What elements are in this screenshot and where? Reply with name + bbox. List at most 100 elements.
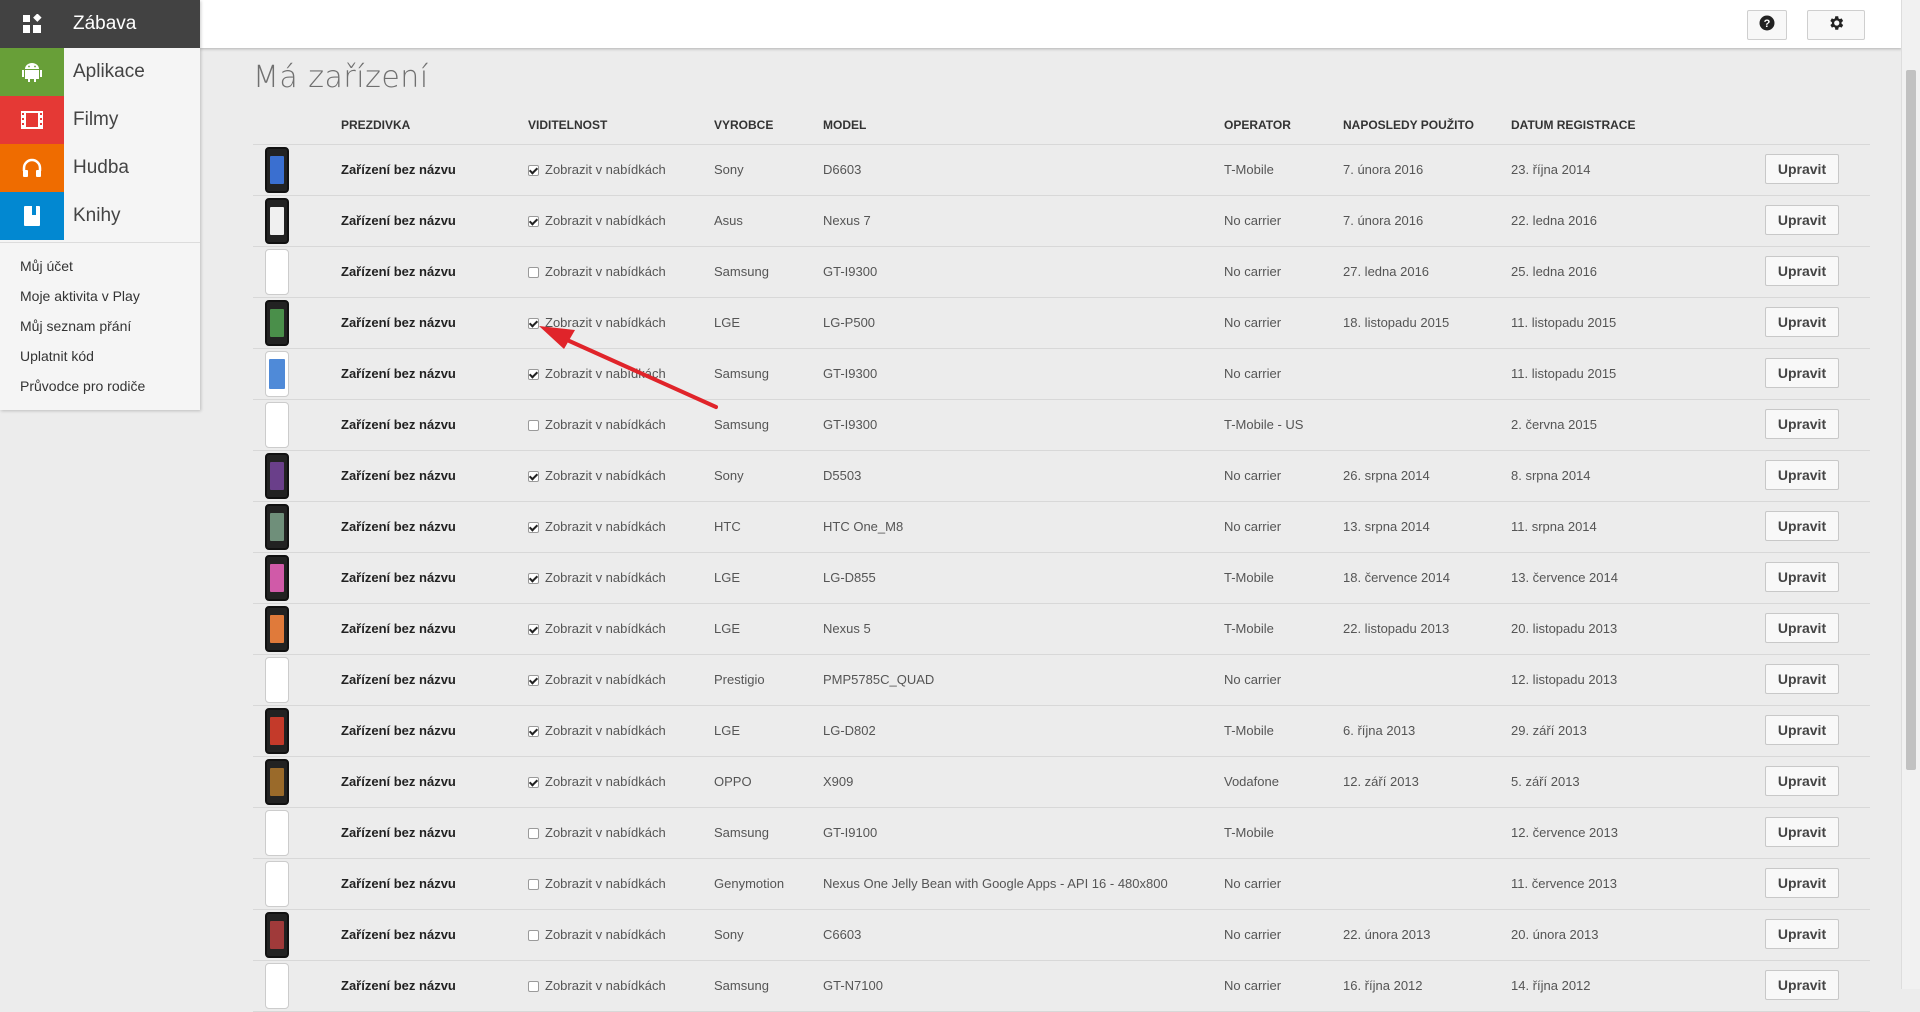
device-name: Zařízení bez názvu <box>341 417 456 432</box>
visibility-checkbox[interactable] <box>528 215 539 227</box>
visibility-toggle[interactable]: Zobrazit v nabídkách <box>528 757 666 807</box>
device-model: Nexus One Jelly Bean with Google Apps - … <box>823 876 1168 891</box>
visibility-label: Zobrazit v nabídkách <box>545 621 666 636</box>
help-button[interactable]: ? <box>1747 10 1787 40</box>
device-model: C6603 <box>823 927 862 942</box>
device-screen <box>270 156 284 184</box>
link-pruvodce-pro-rodice[interactable]: Průvodce pro rodiče <box>0 371 200 401</box>
visibility-checkbox[interactable] <box>528 164 539 176</box>
visibility-toggle[interactable]: Zobrazit v nabídkách <box>528 349 666 399</box>
device-last-used: 16. října 2012 <box>1343 978 1423 993</box>
device-operator: T-Mobile <box>1224 825 1274 840</box>
device-maker: LGE <box>714 570 741 585</box>
svg-text:?: ? <box>1764 18 1771 30</box>
device-operator: T-Mobile <box>1224 621 1274 636</box>
visibility-checkbox[interactable] <box>528 368 539 380</box>
nav-item-filmy[interactable]: Filmy <box>0 96 200 144</box>
table-row: Zařízení bez názvu Zobrazit v nabídkách So… <box>253 451 1870 502</box>
page-title: Má zařízení <box>253 60 429 95</box>
device-maker: OPPO <box>714 774 752 789</box>
device-registered: 11. listopadu 2015 <box>1511 315 1617 330</box>
device-image <box>265 861 289 907</box>
visibility-checkbox[interactable] <box>528 419 539 431</box>
table-row: Zařízení bez názvu Zobrazit v nabídkách OP… <box>253 757 1870 808</box>
visibility-checkbox[interactable] <box>528 776 539 788</box>
device-image <box>265 606 289 652</box>
visibility-toggle[interactable]: Zobrazit v nabídkách <box>528 706 666 756</box>
visibility-toggle[interactable]: Zobrazit v nabídkách <box>528 553 666 603</box>
device-operator: T-Mobile <box>1224 723 1274 738</box>
link-moje-aktivita[interactable]: Moje aktivita v Play <box>0 281 200 311</box>
edit-button[interactable]: Upravit <box>1765 154 1839 184</box>
headphones-icon <box>0 144 64 192</box>
visibility-checkbox[interactable] <box>528 470 539 482</box>
edit-button[interactable]: Upravit <box>1765 613 1839 643</box>
edit-button[interactable]: Upravit <box>1765 970 1839 1000</box>
visibility-toggle[interactable]: Zobrazit v nabídkách <box>528 298 666 348</box>
visibility-toggle[interactable]: Zobrazit v nabídkách <box>528 196 666 246</box>
device-registered: 22. ledna 2016 <box>1511 213 1598 228</box>
device-last-used: 13. srpna 2014 <box>1343 519 1430 534</box>
table-row: Zařízení bez názvu Zobrazit v nabídkách So… <box>253 910 1870 961</box>
visibility-checkbox[interactable] <box>528 674 539 686</box>
edit-button[interactable]: Upravit <box>1765 919 1839 949</box>
edit-button[interactable]: Upravit <box>1765 511 1839 541</box>
link-uplatnit-kod[interactable]: Uplatnit kód <box>0 341 200 371</box>
edit-button[interactable]: Upravit <box>1765 205 1839 235</box>
link-seznam-prani[interactable]: Můj seznam přání <box>0 311 200 341</box>
visibility-checkbox[interactable] <box>528 980 539 992</box>
scrollbar-thumb[interactable] <box>1906 70 1916 770</box>
link-muj-ucet[interactable]: Můj účet <box>0 251 200 281</box>
visibility-toggle[interactable]: Zobrazit v nabídkách <box>528 145 666 195</box>
nav-item-aplikace[interactable]: Aplikace <box>0 48 200 96</box>
table-row: Zařízení bez názvu Zobrazit v nabídkách Sa… <box>253 808 1870 859</box>
nav-item-zabava[interactable]: Zábava <box>0 0 200 48</box>
visibility-checkbox[interactable] <box>528 725 539 737</box>
nav-item-knihy[interactable]: Knihy <box>0 192 200 240</box>
edit-button[interactable]: Upravit <box>1765 256 1839 286</box>
visibility-checkbox[interactable] <box>528 572 539 584</box>
visibility-label: Zobrazit v nabídkách <box>545 519 666 534</box>
edit-button[interactable]: Upravit <box>1765 460 1839 490</box>
device-name: Zařízení bez názvu <box>341 723 456 738</box>
visibility-checkbox[interactable] <box>528 266 539 278</box>
edit-button[interactable]: Upravit <box>1765 715 1839 745</box>
table-row: Zařízení bez názvu Zobrazit v nabídkách So… <box>253 145 1870 196</box>
device-maker: LGE <box>714 621 741 636</box>
visibility-toggle[interactable]: Zobrazit v nabídkách <box>528 910 666 960</box>
visibility-checkbox[interactable] <box>528 827 539 839</box>
visibility-toggle[interactable]: Zobrazit v nabídkách <box>528 961 666 1011</box>
edit-button[interactable]: Upravit <box>1765 868 1839 898</box>
edit-button[interactable]: Upravit <box>1765 817 1839 847</box>
visibility-checkbox[interactable] <box>528 929 539 941</box>
device-operator: No carrier <box>1224 927 1282 942</box>
visibility-toggle[interactable]: Zobrazit v nabídkách <box>528 655 666 705</box>
visibility-toggle[interactable]: Zobrazit v nabídkách <box>528 247 666 297</box>
edit-button[interactable]: Upravit <box>1765 562 1839 592</box>
visibility-checkbox[interactable] <box>528 317 539 329</box>
visibility-checkbox[interactable] <box>528 623 539 635</box>
device-image <box>265 759 289 805</box>
visibility-toggle[interactable]: Zobrazit v nabídkách <box>528 502 666 552</box>
settings-button[interactable] <box>1807 10 1865 40</box>
table-row: Zařízení bez názvu Zobrazit v nabídkách Sa… <box>253 400 1870 451</box>
device-operator: Vodafone <box>1224 774 1279 789</box>
header-vyrobce: VYROBCE <box>714 118 774 132</box>
visibility-toggle[interactable]: Zobrazit v nabídkách <box>528 808 666 858</box>
nav-item-hudba[interactable]: Hudba <box>0 144 200 192</box>
visibility-label: Zobrazit v nabídkách <box>545 315 666 330</box>
edit-button[interactable]: Upravit <box>1765 307 1839 337</box>
visibility-checkbox[interactable] <box>528 878 539 890</box>
visibility-toggle[interactable]: Zobrazit v nabídkách <box>528 604 666 654</box>
visibility-toggle[interactable]: Zobrazit v nabídkách <box>528 451 666 501</box>
edit-button[interactable]: Upravit <box>1765 664 1839 694</box>
device-registered: 23. října 2014 <box>1511 162 1591 177</box>
visibility-toggle[interactable]: Zobrazit v nabídkách <box>528 859 666 909</box>
visibility-toggle[interactable]: Zobrazit v nabídkách <box>528 400 666 450</box>
page-scrollbar[interactable] <box>1901 0 1920 989</box>
edit-button[interactable]: Upravit <box>1765 409 1839 439</box>
edit-button[interactable]: Upravit <box>1765 766 1839 796</box>
visibility-checkbox[interactable] <box>528 521 539 533</box>
edit-button[interactable]: Upravit <box>1765 358 1839 388</box>
device-model: LG-D802 <box>823 723 876 738</box>
